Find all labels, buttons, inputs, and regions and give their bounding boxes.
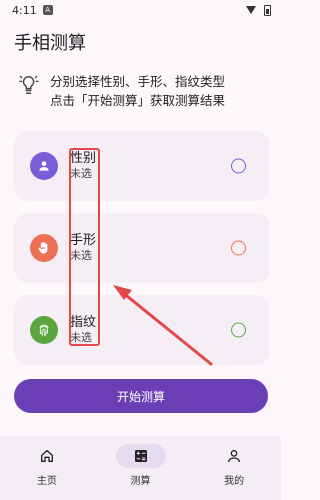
option-status: 未选 xyxy=(70,167,92,180)
person-icon xyxy=(30,152,58,180)
status-bar: 4:11 A xyxy=(0,0,281,20)
nav-calculate[interactable]: 测算 xyxy=(94,436,188,500)
nav-label: 主页 xyxy=(36,476,57,487)
tip-line-1: 分别选择性别、手形、指纹类型 xyxy=(50,74,226,89)
fingerprint-radio[interactable] xyxy=(231,322,246,338)
lightbulb-icon xyxy=(19,75,39,94)
status-time: 4:11 xyxy=(12,3,37,17)
option-card-fingerprint[interactable]: 指纹 未选 xyxy=(14,295,270,365)
calculator-icon xyxy=(134,450,147,462)
battery-icon xyxy=(264,4,271,16)
instruction-tip: 分别选择性别、手形、指纹类型 点击「开始测算」获取测算结果 xyxy=(0,64,281,124)
notification-icon: A xyxy=(42,5,53,15)
bottom-navigation: 主页 测算 我的 xyxy=(0,436,281,500)
option-title: 手形 xyxy=(70,233,97,248)
app-bar: 手相测算 xyxy=(0,20,281,64)
nav-profile[interactable]: 我的 xyxy=(187,436,281,500)
fingerprint-icon xyxy=(30,316,58,344)
nav-label: 测算 xyxy=(130,476,151,487)
wifi-icon xyxy=(246,6,256,14)
tip-line-2: 点击「开始测算」获取测算结果 xyxy=(50,93,226,108)
hand-shape-radio[interactable] xyxy=(231,240,246,256)
nav-home[interactable]: 主页 xyxy=(0,436,94,500)
option-status: 未选 xyxy=(70,331,92,344)
profile-icon xyxy=(228,450,241,463)
option-card-gender[interactable]: 性别 未选 xyxy=(14,131,270,201)
page-title: 手相测算 xyxy=(14,33,86,54)
hand-icon xyxy=(30,234,58,262)
option-card-hand-shape[interactable]: 手形 未选 xyxy=(14,213,270,283)
start-calculation-button[interactable]: 开始测算 xyxy=(14,379,268,413)
option-title: 指纹 xyxy=(70,315,97,330)
home-icon xyxy=(40,450,53,462)
option-title: 性别 xyxy=(70,151,97,166)
option-status: 未选 xyxy=(70,249,92,262)
nav-label: 我的 xyxy=(224,476,245,487)
gender-radio[interactable] xyxy=(231,158,246,174)
